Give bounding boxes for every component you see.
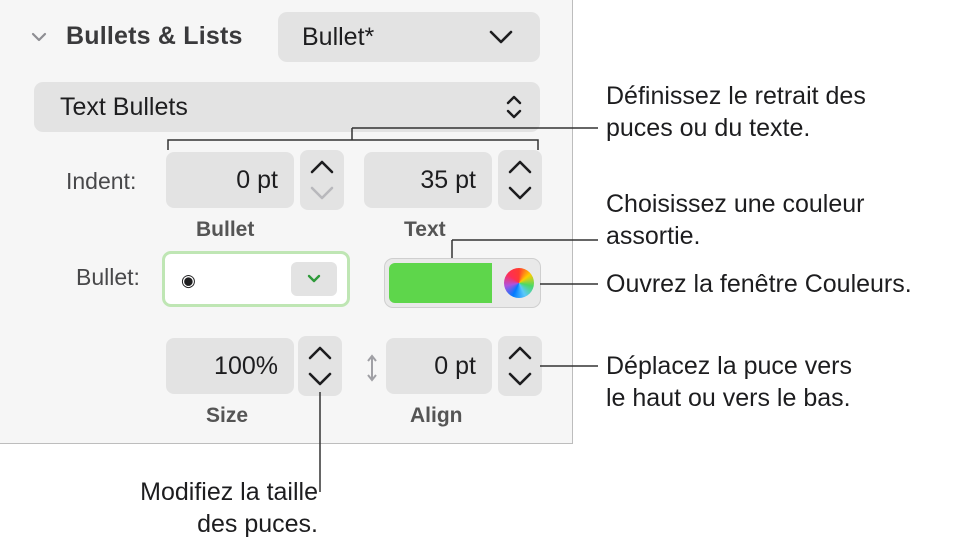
- callout-color-line2: assortie.: [606, 222, 701, 250]
- callout-color-line1: Choisissez une couleur: [606, 190, 865, 218]
- callout-colors-window: Ouvrez la fenêtre Couleurs.: [606, 270, 912, 298]
- callout-color: Choisissez une couleur assortie.: [606, 188, 864, 252]
- callout-size: Modifiez la taille des puces.: [108, 476, 318, 540]
- callout-align-line2: le haut ou vers le bas.: [606, 384, 851, 412]
- callout-indent-line2: puces ou du texte.: [606, 114, 811, 142]
- callout-size-line2: des puces.: [197, 510, 318, 538]
- callout-align-line1: Déplacez la puce vers: [606, 352, 852, 380]
- indent-bracket: [167, 139, 539, 150]
- callout-indent-line1: Définissez le retrait des: [606, 82, 866, 110]
- callout-size-line1: Modifiez la taille: [140, 478, 318, 506]
- callout-align: Déplacez la puce vers le haut ou vers le…: [606, 350, 852, 414]
- callout-indent: Définissez le retrait des puces ou du te…: [606, 80, 866, 144]
